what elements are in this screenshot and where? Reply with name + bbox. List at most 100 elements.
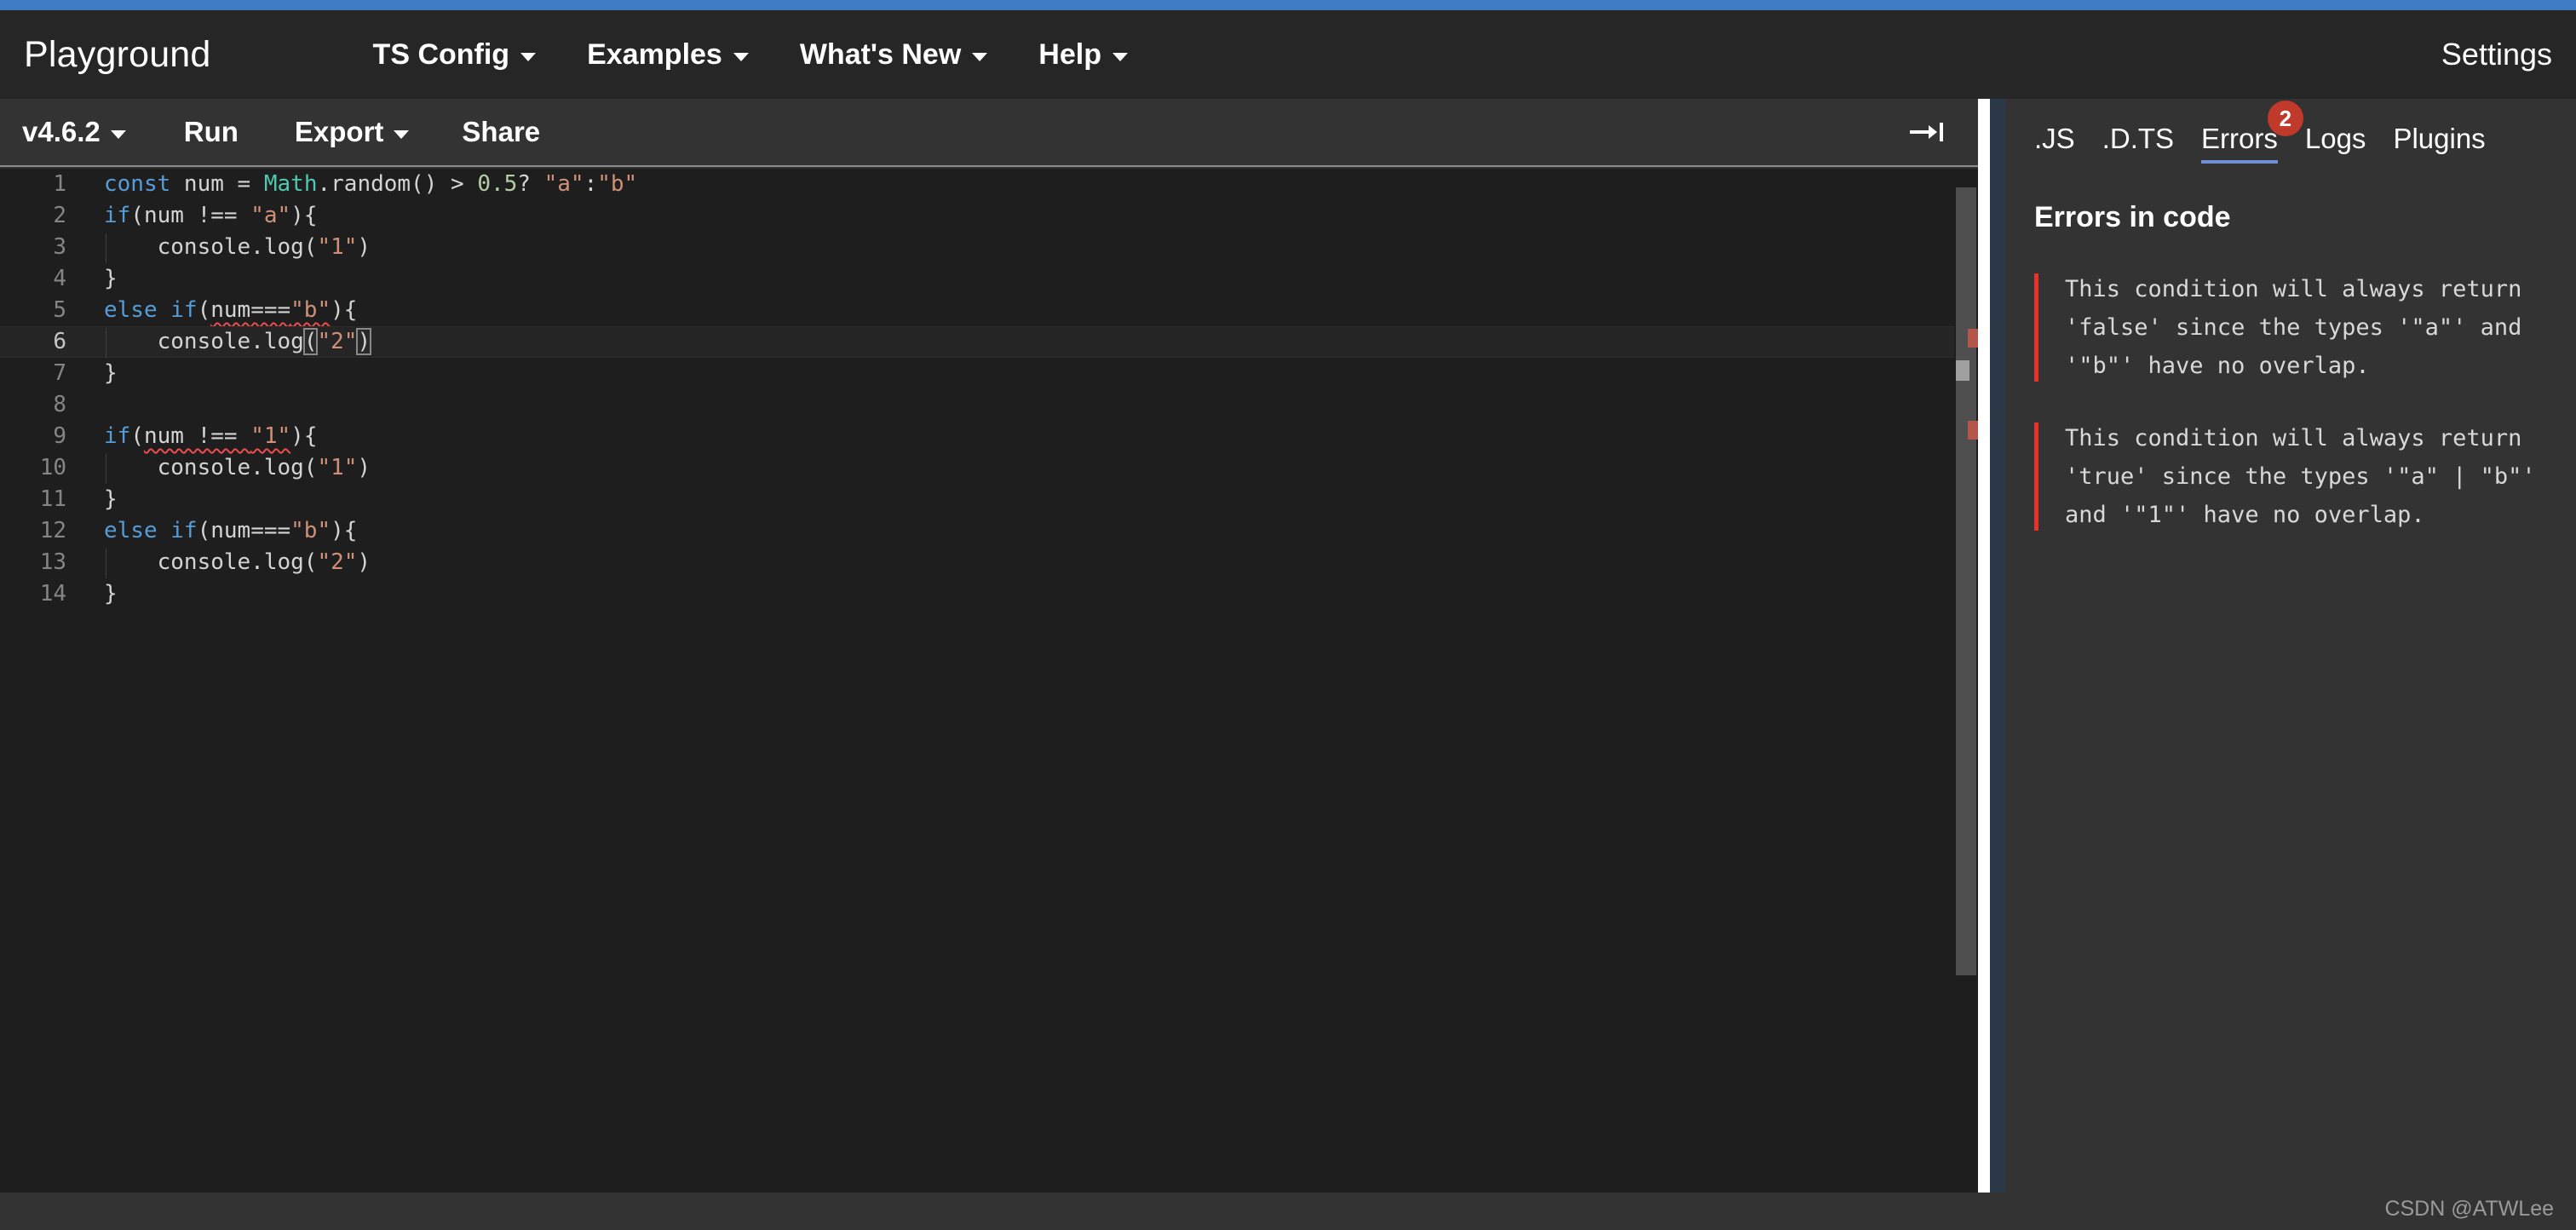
chevron-down-icon	[520, 53, 537, 61]
split-divider[interactable]	[1978, 99, 1990, 1193]
code-line: 8	[0, 389, 1954, 421]
tab-dts[interactable]: .D.TS	[2102, 123, 2174, 167]
line-content: }	[104, 581, 118, 606]
line-number: 4	[53, 266, 66, 291]
editor-overview-ruler[interactable]	[1954, 169, 1980, 1193]
line-number: 9	[53, 423, 66, 449]
line-number: 1	[53, 171, 66, 197]
bracket-match: )	[356, 328, 372, 355]
page-title: Playground	[24, 33, 211, 75]
results-sidebar: .JS .D.TS Errors 2 Logs Plugins Errors i…	[2005, 99, 2576, 1193]
tab-logs[interactable]: Logs	[2305, 123, 2366, 167]
sidebar-tabs: .JS .D.TS Errors 2 Logs Plugins	[2005, 99, 2576, 167]
run-label: Run	[183, 116, 239, 147]
line-content: const num = Math.random() > 0.5? "a":"b"	[104, 171, 638, 197]
split-divider-edge	[1990, 99, 2005, 1193]
line-content: }	[104, 360, 118, 386]
code-line-active: 6 console.log("2")	[0, 326, 1954, 358]
errors-panel: Errors in code This condition will alway…	[2005, 167, 2576, 534]
line-content: console.log("1")	[104, 455, 371, 480]
line-content: console.log("2")	[104, 549, 371, 575]
code-line: 3 console.log("1")	[0, 232, 1954, 263]
line-number: 12	[39, 518, 66, 543]
code-line: 7 }	[0, 358, 1954, 389]
code-editor[interactable]: 1 const num = Math.random() > 0.5? "a":"…	[0, 169, 1954, 1193]
error-item[interactable]: This condition will always return 'false…	[2034, 270, 2547, 385]
tab-errors[interactable]: Errors 2	[2201, 101, 2303, 167]
status-badge: 2	[2267, 101, 2303, 136]
line-number: 10	[39, 455, 66, 480]
nav-item-ts-config[interactable]: TS Config	[373, 38, 537, 72]
nav-label: TS Config	[372, 37, 510, 71]
error-squiggle: num==="b"	[210, 297, 331, 323]
code-line: 9 if(num !== "1"){	[0, 421, 1954, 452]
playground-app: Playground TS Config Examples What's New…	[0, 0, 2576, 1230]
line-number: 5	[53, 297, 66, 323]
nav-label: Help	[1038, 37, 1101, 71]
line-number: 11	[39, 486, 66, 512]
errors-panel-title: Errors in code	[2034, 201, 2231, 233]
tab-js[interactable]: .JS	[2034, 123, 2075, 167]
nav-item-examples[interactable]: Examples	[587, 38, 749, 72]
code-lines: 1 const num = Math.random() > 0.5? "a":"…	[0, 169, 1954, 1193]
arrow-to-bar-icon[interactable]	[1908, 118, 1946, 147]
line-number: 7	[53, 360, 66, 386]
chevron-down-icon	[972, 53, 988, 61]
line-number: 2	[53, 203, 66, 228]
accent-top-bar	[0, 0, 2576, 10]
site-header: Playground TS Config Examples What's New…	[0, 10, 2576, 99]
line-content: if(num !== "1"){	[104, 423, 318, 449]
code-line: 13 console.log("2")	[0, 547, 1954, 578]
nav-label: Examples	[587, 37, 722, 71]
nav-label: What's New	[799, 37, 962, 71]
code-line: 14 }	[0, 578, 1954, 610]
footer-bar	[0, 1193, 2576, 1230]
line-content: if(num !== "a"){	[104, 203, 318, 228]
run-button[interactable]: Run	[184, 116, 239, 148]
chevron-down-icon	[1112, 53, 1128, 61]
line-content: }	[104, 266, 118, 291]
text-cursor	[370, 330, 372, 353]
nav-item-whats-new[interactable]: What's New	[799, 37, 988, 72]
chevron-down-icon	[110, 130, 126, 139]
line-number: 6	[53, 329, 66, 354]
code-line: 5 else if(num==="b"){	[0, 295, 1954, 326]
error-message: This condition will always return 'true'…	[2065, 425, 2536, 528]
line-number: 13	[39, 549, 66, 575]
chevron-down-icon	[733, 53, 749, 61]
error-message: This condition will always return 'false…	[2065, 276, 2522, 379]
share-button[interactable]: Share	[462, 116, 540, 148]
line-content: else if(num==="b"){	[104, 297, 358, 323]
tab-label: .JS	[2034, 123, 2075, 154]
scrollbar-thumb[interactable]	[1956, 187, 1980, 975]
tab-plugins[interactable]: Plugins	[2393, 123, 2485, 167]
code-line: 10 console.log("1")	[0, 452, 1954, 484]
tab-label: Errors	[2201, 123, 2278, 154]
line-content: else if(num==="b"){	[104, 518, 358, 543]
export-label: Export	[294, 116, 384, 147]
scrollbar-slider[interactable]	[1956, 360, 1969, 381]
line-number: 14	[39, 581, 66, 606]
tab-label: Plugins	[2393, 123, 2486, 154]
code-line: 1 const num = Math.random() > 0.5? "a":"…	[0, 169, 1954, 200]
line-content: console.log("1")	[104, 234, 371, 260]
error-squiggle: num !== "1"	[143, 423, 291, 449]
error-item[interactable]: This condition will always return 'true'…	[2034, 419, 2547, 534]
nav-item-help[interactable]: Help	[1038, 38, 1128, 72]
line-number: 8	[53, 392, 66, 417]
main-nav: TS Config Examples What's New Help	[373, 38, 1128, 72]
code-line: 12 else if(num==="b"){	[0, 515, 1954, 547]
bracket-match: (	[302, 328, 319, 355]
watermark: CSDN @ATWLee	[2384, 1197, 2554, 1221]
line-number: 3	[53, 234, 66, 260]
line-content: console.log("2")	[104, 328, 372, 355]
version-selector[interactable]: v4.6.2	[22, 116, 126, 148]
line-content: }	[104, 486, 118, 512]
code-line: 2 if(num !== "a"){	[0, 200, 1954, 232]
export-button[interactable]: Export	[295, 116, 410, 148]
tab-label: .D.TS	[2102, 123, 2175, 154]
settings-button[interactable]: Settings	[2441, 37, 2552, 72]
chevron-down-icon	[394, 130, 410, 139]
code-line: 4 }	[0, 263, 1954, 295]
tab-label: Logs	[2304, 123, 2366, 154]
